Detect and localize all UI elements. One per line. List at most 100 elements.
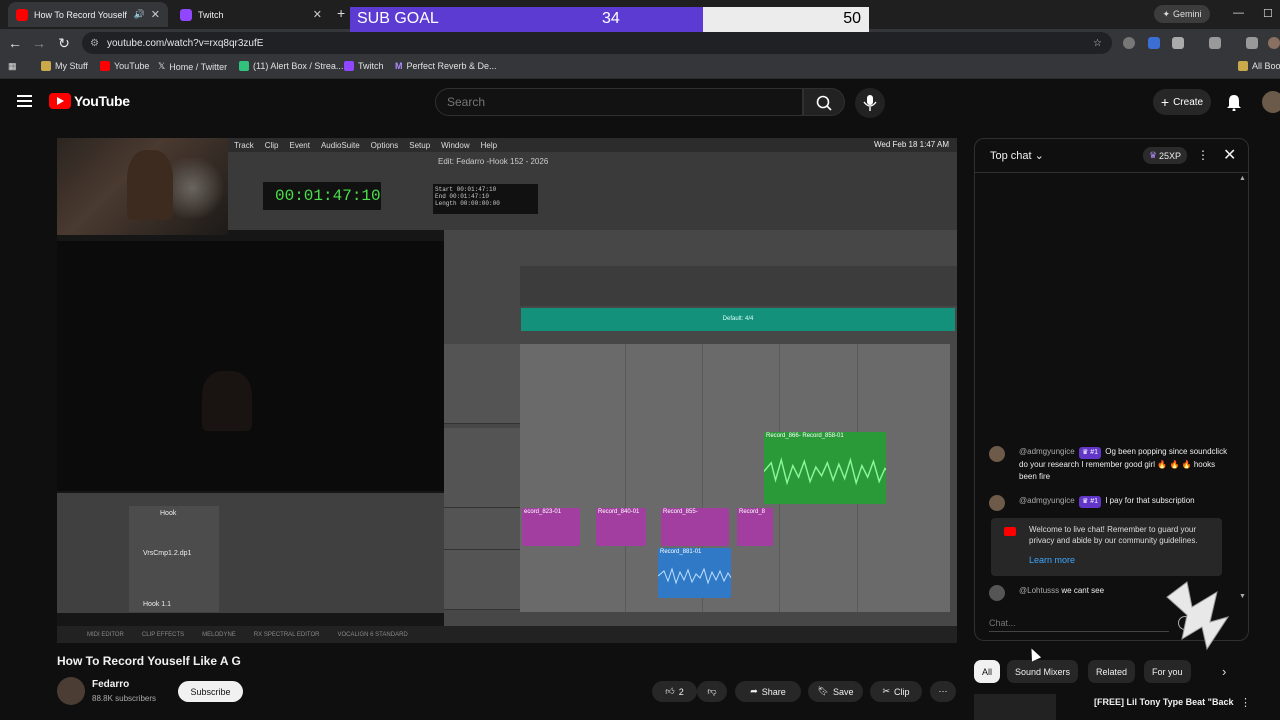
browser-toolbar: ← → ↻ ⚙ youtube.com/watch?v=rxq8qr3zufE … [0, 29, 1280, 57]
track-control-strip [444, 550, 520, 610]
bookmark-label: YouTube [114, 61, 150, 71]
subscribe-button[interactable]: Subscribe [178, 681, 243, 702]
youtube-play-logo-icon [49, 93, 71, 109]
close-icon[interactable]: ✕ [1223, 145, 1236, 165]
more-actions-button[interactable]: ⋯ [930, 681, 956, 702]
lightning-sticker-icon [1166, 581, 1230, 651]
scroll-down-icon[interactable]: ▼ [1239, 593, 1246, 600]
xp-badge[interactable]: ♛ 25XP [1143, 147, 1187, 164]
speaker-icon[interactable]: 🔊 [134, 9, 145, 20]
daw-menu-item: Clip [264, 140, 279, 150]
clip-button[interactable]: ✂ Clip [870, 681, 922, 702]
avatar[interactable] [989, 585, 1005, 601]
daw-track-names [129, 506, 219, 612]
tab-twitch[interactable]: Twitch ✕ [172, 2, 330, 27]
bookmark-all[interactable]: All Boo [1238, 61, 1280, 71]
avatar[interactable] [989, 495, 1005, 511]
scroll-up-icon[interactable]: ▲ [1239, 175, 1246, 182]
chat-author[interactable]: @Lohtusss [1019, 586, 1059, 595]
chip-sound-mixers[interactable]: Sound Mixers [1007, 660, 1079, 683]
daw-end-time: End 00:01:47:10 [435, 193, 490, 200]
chip-for-you[interactable]: For you [1144, 660, 1191, 683]
tab-title: How To Record Youself Like [34, 9, 128, 20]
maximize-icon[interactable]: ☐ [1263, 7, 1273, 20]
sidepanel-icon[interactable] [1209, 37, 1221, 49]
save-button[interactable]: 🔖︎ Save [808, 681, 863, 702]
video-title: How To Record Youself Like A G [57, 654, 241, 668]
recommended-thumbnail[interactable] [974, 694, 1056, 720]
bookmark-my-stuff[interactable]: My Stuff [41, 61, 88, 71]
channel-name[interactable]: Fedarro [92, 679, 129, 690]
thumbs-up-icon: 👍︎ [665, 686, 675, 696]
avatar[interactable] [989, 446, 1005, 462]
clip-label: Record_840-01 [598, 509, 640, 515]
back-icon[interactable]: ← [7, 35, 23, 51]
waveform [658, 566, 731, 585]
chip-related[interactable]: Related [1088, 660, 1136, 683]
chip-all[interactable]: All [974, 660, 1001, 683]
bookmark-alert-box[interactable]: (11) Alert Box / Strea... [239, 61, 343, 71]
clip-label: Record_8 [739, 509, 766, 515]
account-avatar[interactable] [1262, 91, 1280, 113]
close-tab-icon[interactable]: ✕ [313, 8, 322, 21]
more-vertical-icon[interactable]: ⋮ [1197, 148, 1209, 162]
forward-icon[interactable]: → [31, 35, 47, 51]
recommended-title[interactable]: [FREE] Lil Tony Type Beat "Back [1094, 697, 1244, 707]
chevron-right-icon[interactable]: › [1222, 664, 1226, 679]
video-player[interactable]: Track Clip Event AudioSuite Options Setu… [57, 138, 957, 643]
audio-clip: ecord_823-01 [522, 508, 580, 546]
extension-icon[interactable] [1148, 37, 1160, 49]
daw-bottom-tab: VOCALIGN 6 STANDARD [337, 631, 408, 638]
track-control-strip [444, 508, 520, 550]
daw-timeline-ruler [520, 266, 957, 306]
bookmark-perfect-reverb[interactable]: M Perfect Reverb & De... [395, 61, 497, 71]
address-bar[interactable]: ⚙ youtube.com/watch?v=rxq8qr3zufE ☆ [82, 32, 1112, 54]
extensions-puzzle-icon[interactable] [1172, 37, 1184, 49]
channel-avatar[interactable] [57, 677, 85, 705]
notifications-bell-icon[interactable] [1226, 93, 1242, 111]
cast-icon[interactable] [1246, 37, 1258, 49]
site-info-icon[interactable]: ⚙ [90, 38, 99, 49]
voice-search-button[interactable] [855, 88, 885, 118]
track-name: VrsCmp1.2.dp1 [143, 550, 192, 557]
share-label: Share [761, 686, 786, 697]
bookmark-twitch[interactable]: Twitch [344, 61, 384, 71]
sub-goal-label: SUB GOAL [357, 10, 439, 27]
chat-mode-label: Top chat [990, 150, 1032, 162]
audio-clip: Record_866- Record_858-01 [764, 432, 886, 504]
more-vertical-icon[interactable]: ⋮ [1240, 696, 1251, 709]
apps-grid-icon[interactable]: ▦ [8, 61, 17, 72]
minimize-icon[interactable]: — [1233, 7, 1244, 19]
search-icon [816, 95, 832, 111]
bookmark-star-icon[interactable]: ☆ [1093, 38, 1102, 49]
tab-youtube[interactable]: How To Record Youself Like 🔊 ✕ [8, 2, 168, 27]
create-button[interactable]: + Create [1153, 89, 1211, 115]
youtube-favicon-icon [16, 8, 28, 21]
bookmark-twitter[interactable]: 𝕏 Home / Twitter [158, 61, 227, 72]
daw-main-counter: 00:01:47:10 [263, 182, 381, 210]
close-tab-icon[interactable]: ✕ [151, 8, 160, 21]
gemini-button[interactable]: ✦ Gemini [1154, 5, 1210, 23]
menu-icon[interactable] [17, 95, 32, 107]
extension-icon[interactable] [1123, 37, 1135, 49]
chat-mode-dropdown[interactable]: Top chat ⌄ [990, 149, 1044, 162]
chat-author[interactable]: @admgyungice [1019, 447, 1075, 456]
share-button[interactable]: ➦ Share [735, 681, 801, 702]
like-button[interactable]: 👍︎ 2 [652, 681, 697, 702]
learn-more-link[interactable]: Learn more [1029, 555, 1075, 566]
new-tab-icon[interactable]: + [337, 5, 345, 21]
chat-author[interactable]: @admgyungice [1019, 496, 1075, 505]
tab-title: Twitch [198, 9, 224, 20]
youtube-logo[interactable]: YouTube [49, 93, 130, 109]
bookmark-youtube[interactable]: YouTube [100, 61, 149, 71]
daw-menu-bar: Track Clip Event AudioSuite Options Setu… [228, 138, 957, 152]
profile-avatar[interactable] [1268, 37, 1280, 49]
daw-menu-item: Track [234, 140, 254, 150]
search-button[interactable] [803, 88, 845, 116]
reload-icon[interactable]: ↻ [56, 35, 72, 52]
chat-input[interactable] [989, 614, 1169, 632]
dislike-button[interactable]: 👎︎ [697, 681, 727, 702]
daw-tempo-track: Default: 4/4 [521, 308, 955, 331]
search-input[interactable] [435, 88, 803, 116]
bookmark-label: Perfect Reverb & De... [406, 61, 497, 71]
